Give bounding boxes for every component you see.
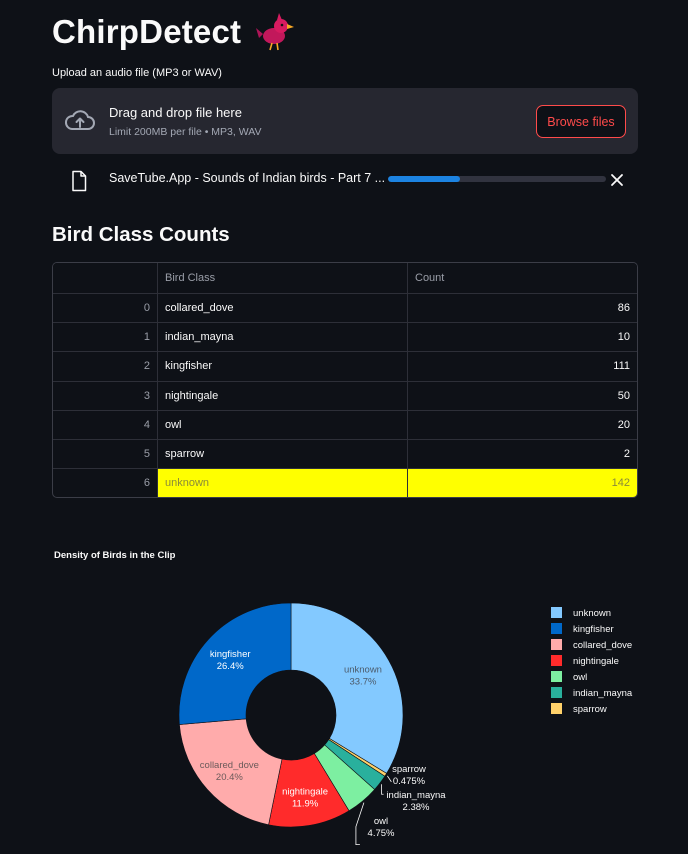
bird-class-cell[interactable]: sparrow bbox=[157, 439, 407, 469]
slice-percent: 0.475% bbox=[393, 776, 426, 787]
slice-percent: 11.9% bbox=[292, 798, 319, 809]
slice-percent: 2.38% bbox=[403, 802, 430, 813]
table-row: 5 sparrow 2 bbox=[53, 438, 637, 469]
slice-percent: 26.4% bbox=[217, 661, 244, 672]
slice-label: unknown bbox=[344, 665, 382, 676]
legend-item-unknown[interactable]: unknown bbox=[573, 608, 611, 619]
legend-item-kingfisher[interactable]: kingfisher bbox=[573, 624, 614, 635]
upload-progress-bar bbox=[388, 176, 606, 182]
table-row: 0 collared_dove 86 bbox=[53, 293, 637, 323]
count-cell[interactable]: 10 bbox=[407, 323, 637, 352]
count-cell[interactable]: 20 bbox=[407, 410, 637, 439]
bird-class-table: Bird Class Count 0 collared_dove 86 1 in… bbox=[52, 262, 638, 499]
count-cell[interactable]: 2 bbox=[407, 439, 637, 469]
bird-icon bbox=[256, 13, 295, 51]
bird-class-cell[interactable]: unknown bbox=[157, 469, 407, 498]
donut-chart: unknown33.7%nightingale11.9%collared_dov… bbox=[178, 602, 633, 846]
leader-line bbox=[387, 775, 392, 783]
upload-label: Upload an audio file (MP3 or WAV) bbox=[52, 67, 222, 79]
slice-percent: 4.75% bbox=[368, 828, 395, 839]
row-index: 4 bbox=[143, 418, 150, 431]
column-header-count[interactable]: Count bbox=[407, 263, 637, 293]
legend-swatch[interactable] bbox=[551, 607, 562, 618]
row-index: 5 bbox=[143, 448, 150, 461]
slice-label: kingfisher bbox=[210, 649, 251, 660]
count-cell[interactable]: 142 bbox=[407, 469, 637, 498]
cloud-upload-icon bbox=[65, 110, 95, 130]
uploaded-file-row: SaveTube.App - Sounds of Indian birds - … bbox=[52, 165, 638, 195]
legend-swatch[interactable] bbox=[551, 687, 562, 698]
table-row: 2 kingfisher 111 bbox=[53, 351, 637, 381]
file-icon bbox=[72, 170, 87, 192]
slice-label: indian_mayna bbox=[386, 790, 446, 801]
column-header-bird-class[interactable]: Bird Class bbox=[157, 263, 407, 293]
page-title: ChirpDetect bbox=[52, 13, 242, 50]
table-row: 1 indian_mayna 10 bbox=[53, 322, 637, 352]
legend-item-collared-dove[interactable]: collared_dove bbox=[573, 640, 632, 651]
pie-slice-unknown[interactable] bbox=[290, 602, 404, 774]
count-cell[interactable]: 50 bbox=[407, 381, 637, 410]
legend-item-owl[interactable]: owl bbox=[573, 672, 587, 683]
row-index: 3 bbox=[143, 389, 150, 402]
bird-class-cell[interactable]: collared_dove bbox=[157, 294, 407, 323]
legend-swatch[interactable] bbox=[551, 655, 562, 666]
bird-class-cell[interactable]: kingfisher bbox=[157, 352, 407, 381]
app-title: ChirpDetect bbox=[52, 10, 295, 54]
legend-swatch[interactable] bbox=[551, 703, 562, 714]
dropzone-instructions: Drag and drop file here bbox=[109, 105, 242, 120]
chart-title: Density of Birds in the Clip bbox=[54, 550, 176, 561]
row-index: 6 bbox=[143, 477, 150, 490]
slice-label: owl bbox=[374, 816, 388, 827]
row-index: 1 bbox=[143, 331, 150, 344]
bird-class-cell[interactable]: nightingale bbox=[157, 381, 407, 410]
browse-files-button[interactable]: Browse files bbox=[536, 105, 626, 138]
dropzone-limit: Limit 200MB per file • MP3, WAV bbox=[109, 126, 262, 138]
legend-swatch[interactable] bbox=[551, 639, 562, 650]
close-icon[interactable] bbox=[608, 171, 626, 189]
row-index: 2 bbox=[143, 360, 150, 373]
column-header-index[interactable] bbox=[53, 263, 157, 293]
section-title: Bird Class Counts bbox=[52, 223, 230, 246]
count-cell[interactable]: 86 bbox=[407, 294, 637, 323]
table-header: Bird Class Count bbox=[53, 263, 637, 293]
slice-label: collared_dove bbox=[200, 760, 259, 771]
file-name: SaveTube.App - Sounds of Indian birds - … bbox=[109, 171, 386, 185]
legend-item-indian-mayna[interactable]: indian_mayna bbox=[573, 688, 633, 699]
slice-label: nightingale bbox=[282, 786, 328, 797]
legend-swatch[interactable] bbox=[551, 671, 562, 682]
slice-percent: 20.4% bbox=[216, 772, 243, 783]
leader-line bbox=[381, 784, 384, 795]
row-index: 0 bbox=[143, 302, 150, 315]
slice-percent: 33.7% bbox=[349, 677, 376, 688]
table-row-highlighted: 6 unknown 142 bbox=[53, 468, 637, 498]
count-cell[interactable]: 111 bbox=[407, 352, 637, 381]
table-row: 3 nightingale 50 bbox=[53, 380, 637, 410]
legend-item-nightingale[interactable]: nightingale bbox=[573, 656, 619, 667]
legend-item-sparrow[interactable]: sparrow bbox=[573, 704, 607, 715]
file-dropzone[interactable]: Drag and drop file here Limit 200MB per … bbox=[52, 88, 638, 154]
upload-progress-fill bbox=[388, 176, 460, 182]
legend-swatch[interactable] bbox=[551, 623, 562, 634]
bird-class-cell[interactable]: owl bbox=[157, 410, 407, 439]
table-row: 4 owl 20 bbox=[53, 409, 637, 439]
slice-label: sparrow bbox=[392, 764, 426, 775]
bird-class-cell[interactable]: indian_mayna bbox=[157, 323, 407, 352]
leader-line bbox=[355, 802, 365, 846]
